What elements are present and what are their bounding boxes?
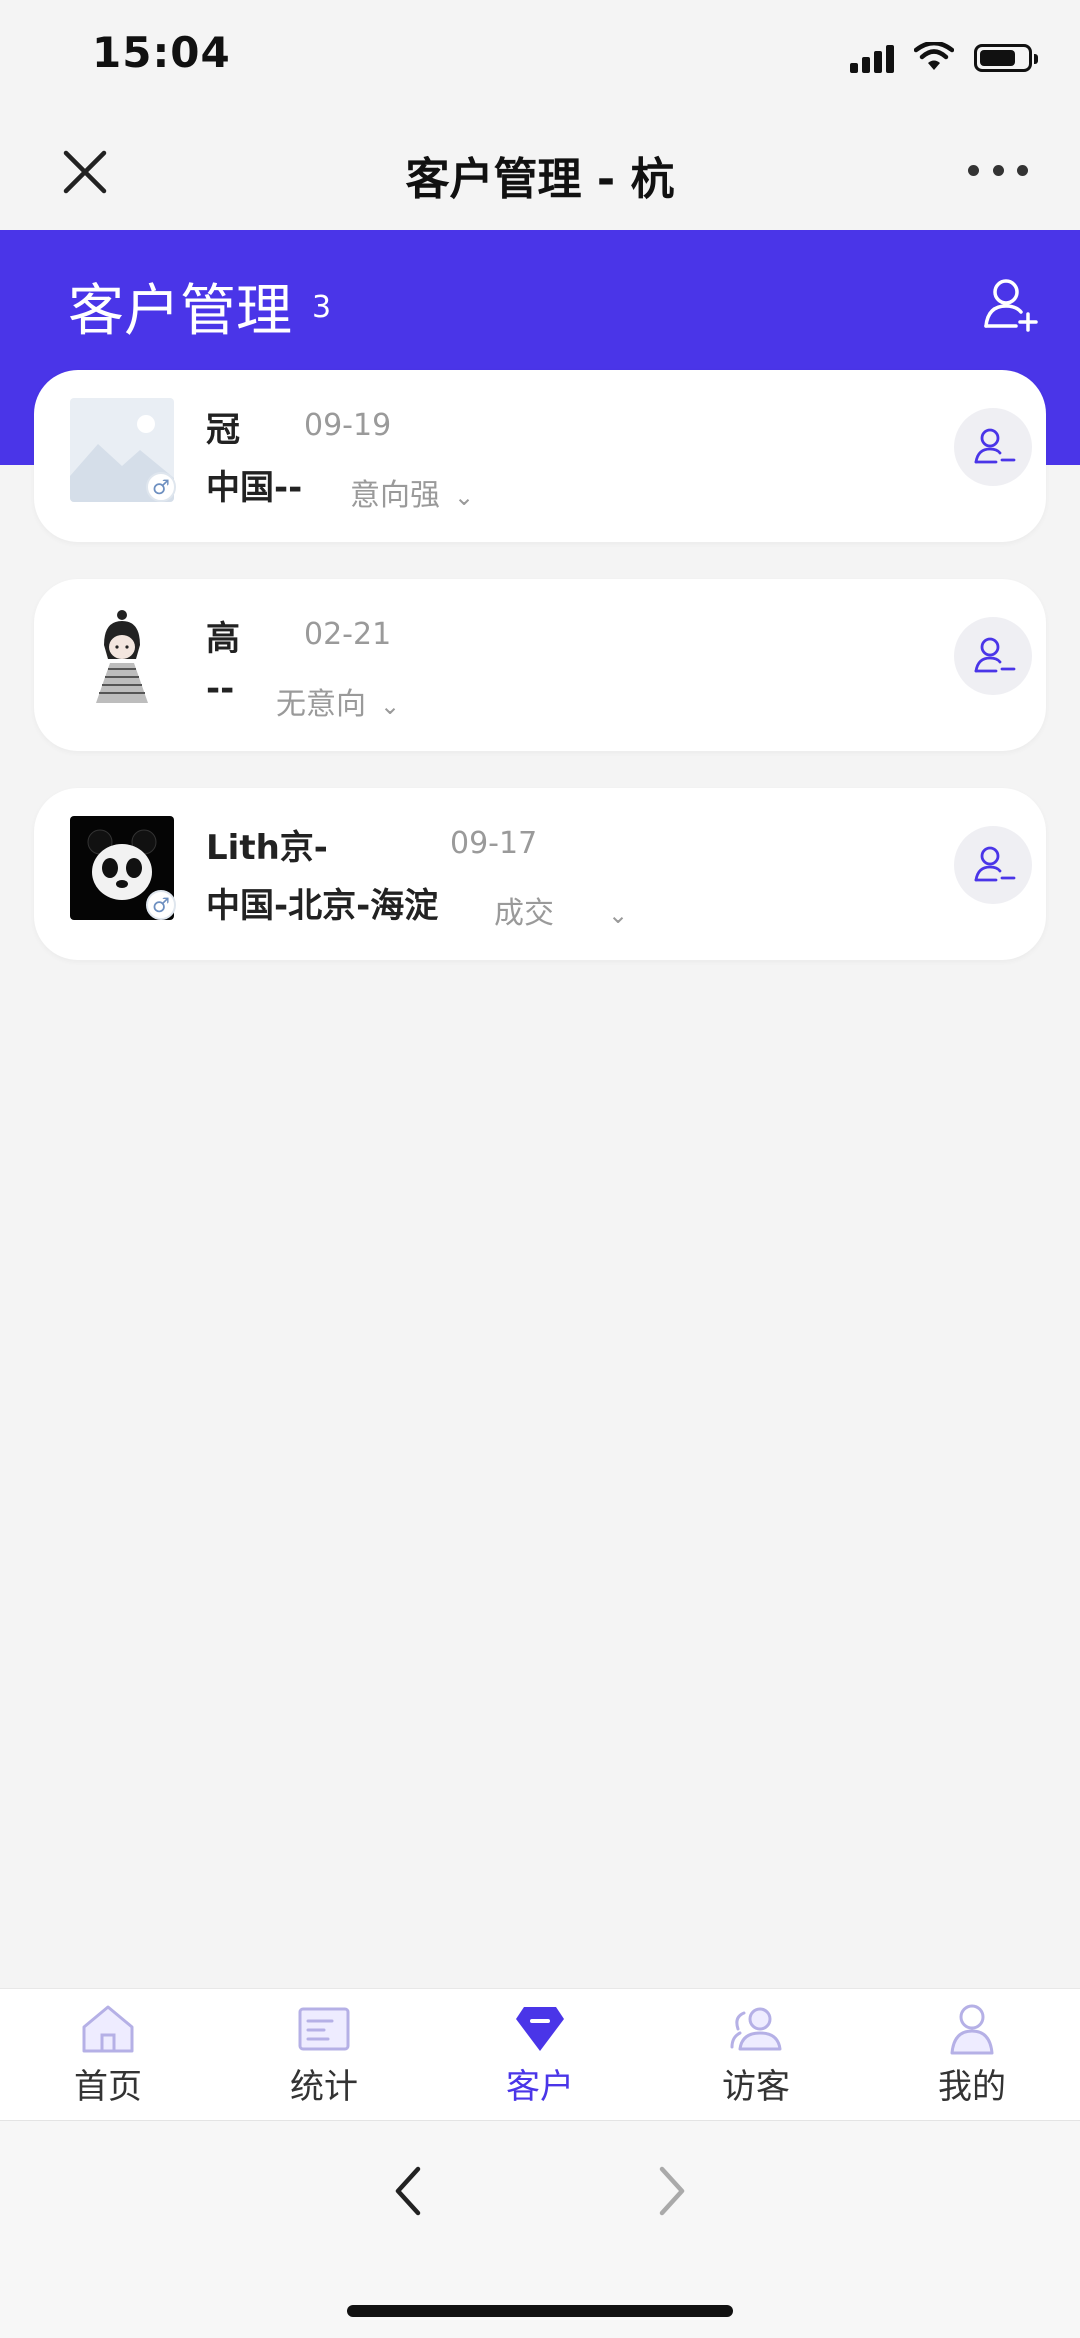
more-dot-icon — [968, 164, 979, 176]
browser-nav-bar — [0, 2120, 1080, 2338]
status-time: 15:04 — [92, 28, 231, 77]
chevron-down-icon: ⌄ — [380, 692, 401, 720]
customer-date: 09-19 — [304, 408, 392, 443]
customer-name: 冠 — [206, 410, 240, 450]
tab-profile[interactable]: 我的 — [902, 2001, 1042, 2113]
battery-icon — [974, 44, 1038, 72]
chevron-left-icon — [395, 2166, 421, 2216]
status-icons — [850, 38, 1038, 78]
more-dot-icon — [992, 164, 1004, 176]
add-customer-button[interactable] — [976, 270, 1044, 338]
tab-visitors[interactable]: 访客 — [686, 2001, 826, 2113]
remove-user-icon — [974, 637, 1016, 673]
customer-date: 09-17 — [450, 826, 538, 861]
signal-icon — [850, 43, 894, 73]
more-dot-icon — [1017, 164, 1028, 176]
tab-label: 统计 — [290, 2067, 358, 2107]
chevron-down-icon: ⌄ — [454, 483, 475, 511]
intent-dropdown[interactable]: 成交 ⌄ — [494, 888, 628, 932]
visitors-icon — [730, 2007, 782, 2051]
gender-male-icon: ♂ — [146, 472, 176, 502]
cartoon-girl-icon — [70, 607, 174, 711]
customer-name: Lith京- — [206, 828, 328, 868]
remove-customer-button[interactable] — [954, 408, 1032, 486]
customer-region: 中国-- — [206, 468, 303, 508]
customer-region: 中国-北京-海淀 — [206, 886, 439, 926]
chevron-right-icon — [659, 2166, 685, 2216]
home-indicator — [347, 2305, 733, 2317]
customer-card[interactable]: ♂ 冠 09-19 中国-- 意向强 ⌄ — [34, 370, 1046, 542]
tab-label: 我的 — [938, 2067, 1006, 2107]
gender-male-icon: ♂ — [146, 890, 176, 920]
intent-dropdown[interactable]: 无意向 ⌄ — [276, 679, 400, 723]
avatar — [70, 607, 174, 711]
remove-user-icon — [974, 846, 1016, 882]
wifi-icon — [914, 42, 954, 70]
stats-icon — [298, 2007, 350, 2051]
tab-label: 首页 — [74, 2067, 142, 2107]
customer-card[interactable]: ♂ Lith京- 09-17 中国-北京-海淀 成交 ⌄ — [34, 788, 1046, 960]
customer-region: -- — [206, 669, 235, 709]
intent-label: 意向强 — [350, 478, 440, 513]
home-icon — [82, 2005, 134, 2053]
forward-button[interactable] — [640, 2161, 700, 2221]
tab-label: 访客 — [722, 2067, 790, 2107]
intent-dropdown[interactable]: 意向强 ⌄ — [350, 470, 474, 514]
back-button[interactable] — [380, 2161, 440, 2221]
tab-stats[interactable]: 统计 — [254, 2001, 394, 2113]
chevron-down-icon: ⌄ — [608, 901, 629, 929]
profile-icon — [950, 2004, 994, 2055]
tab-label: 客户 — [506, 2067, 574, 2107]
page-title: 客户管理 - 杭 — [405, 154, 675, 205]
tab-customer[interactable]: 客户 — [470, 2001, 610, 2113]
intent-label: 无意向 — [276, 687, 366, 722]
customer-icon — [516, 2007, 564, 2051]
customer-date: 02-21 — [304, 617, 392, 652]
remove-customer-button[interactable] — [954, 826, 1032, 904]
intent-label: 成交 — [494, 896, 554, 931]
remove-customer-button[interactable] — [954, 617, 1032, 695]
tab-home[interactable]: 首页 — [38, 2001, 178, 2113]
customer-card[interactable]: 高 02-21 -- 无意向 ⌄ — [34, 579, 1046, 751]
remove-user-icon — [974, 428, 1016, 464]
add-user-icon — [984, 279, 1038, 332]
title-bar: 客户管理 - 杭 — [0, 115, 1080, 230]
more-options-button[interactable] — [968, 155, 1028, 185]
tab-bar: 首页 统计 客户 访客 我的 — [0, 1988, 1080, 2121]
customer-name: 高 — [206, 619, 240, 659]
customer-count: 3 — [312, 290, 332, 325]
header-title: 客户管理 — [68, 279, 292, 344]
status-bar: 15:04 — [0, 0, 1080, 115]
